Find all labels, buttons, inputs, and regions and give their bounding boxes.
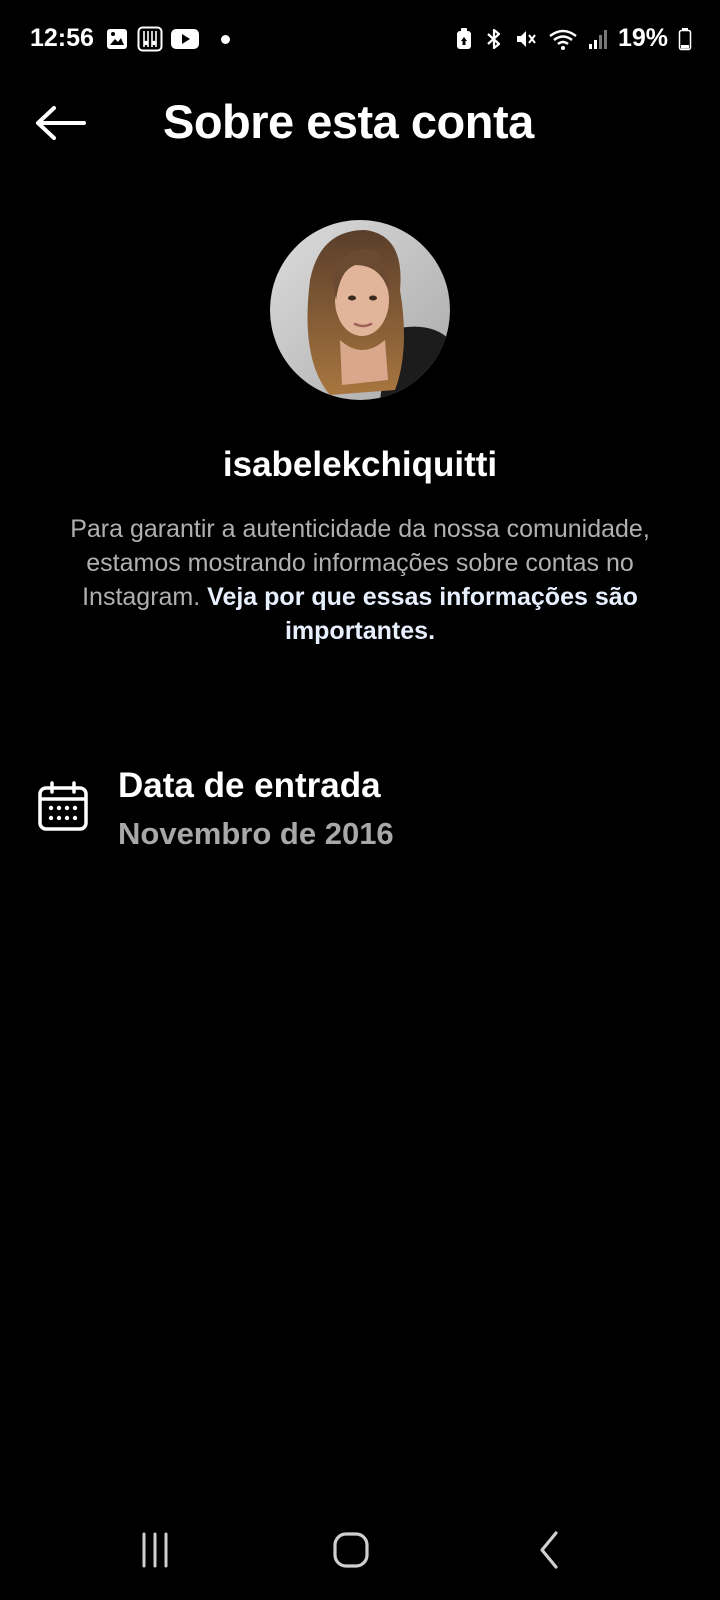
status-time: 12:56 [30,24,94,52]
battery-saver-icon [456,27,471,49]
back-icon [540,1531,558,1569]
back-button[interactable] [34,98,90,148]
gallery-icon [107,29,127,49]
avatar[interactable] [270,220,450,400]
username: isabelekchiquitti [222,445,498,484]
youtube-icon [171,29,199,49]
header: Sobre esta conta [0,90,720,154]
profile-photo [270,220,450,400]
mute-icon [516,30,536,47]
screen: 12:56 19% Sobre esta conta isabelekchiqu… [0,0,720,1600]
recent-apps-button[interactable] [120,1520,190,1580]
battery-percent: 19% [617,24,668,52]
status-right-icons: 19% [454,24,692,53]
app-grid-icon [137,26,163,52]
home-icon [333,1532,369,1568]
page-title: Sobre esta conta [163,95,534,148]
info-description: Para garantir a autenticidade da nossa c… [60,512,660,648]
signal-icon [588,29,607,49]
join-date-value: Novembro de 2016 [118,816,394,851]
battery-icon [678,27,692,50]
status-bar: 12:56 19% [0,0,720,80]
nav-back-button[interactable] [515,1520,585,1580]
arrow-left-icon [36,106,86,140]
join-date-row: Data de entrada Novembro de 2016 [0,758,720,858]
navigation-bar [0,1500,720,1600]
calendar-icon [38,781,88,831]
join-date-label: Data de entrada [118,766,381,805]
info-link[interactable]: Veja por que essas informações são impor… [207,583,638,645]
wifi-icon [549,29,577,50]
notification-dot [221,34,230,44]
status-left-icons [105,26,230,52]
home-button[interactable] [316,1520,386,1580]
recent-apps-icon [142,1532,168,1568]
bluetooth-icon [487,28,501,49]
